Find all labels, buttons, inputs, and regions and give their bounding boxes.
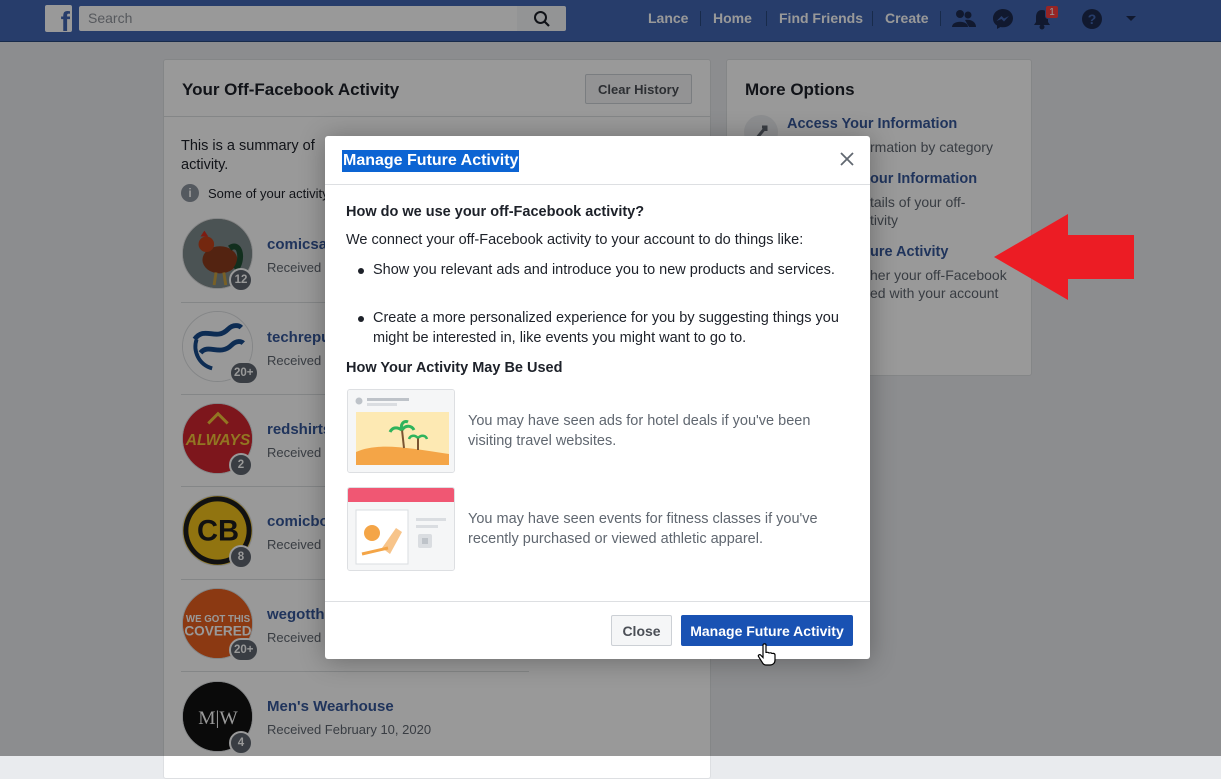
- manage-future-activity-dialog: Manage Future Activity How do we use you…: [325, 136, 870, 659]
- fitness-event-example-text: You may have seen events for fitness cla…: [468, 511, 818, 547]
- travel-ad-example-text: You may have seen ads for hotel deals if…: [468, 413, 811, 449]
- fitness-event-illustration: [347, 487, 455, 571]
- bullet-item: Create a more personalized experience fo…: [358, 308, 853, 348]
- close-icon[interactable]: [838, 150, 856, 168]
- travel-ad-illustration: [347, 389, 455, 473]
- dialog-title: Manage Future Activity: [342, 150, 520, 172]
- bullet-text: Show you relevant ads and introduce you …: [373, 262, 835, 278]
- bullet-dot-icon: [358, 268, 364, 274]
- red-arrow-annotation-icon: [994, 214, 1134, 300]
- bullet-dot-icon: [358, 316, 364, 322]
- activity-usage-subtitle: How Your Activity May Be Used: [346, 360, 563, 376]
- dialog-header-divider: [325, 184, 870, 185]
- manage-future-activity-button[interactable]: Manage Future Activity: [681, 615, 853, 646]
- close-button[interactable]: Close: [611, 615, 672, 646]
- hand-cursor-icon: [757, 643, 776, 666]
- dialog-question: How do we use your off-Facebook activity…: [346, 204, 645, 220]
- dialog-footer-divider: [325, 601, 870, 602]
- bullet-text: Create a more personalized experience fo…: [373, 310, 839, 346]
- dialog-intro-text: We connect your off-Facebook activity to…: [346, 232, 804, 248]
- bullet-item: Show you relevant ads and introduce you …: [358, 260, 853, 280]
